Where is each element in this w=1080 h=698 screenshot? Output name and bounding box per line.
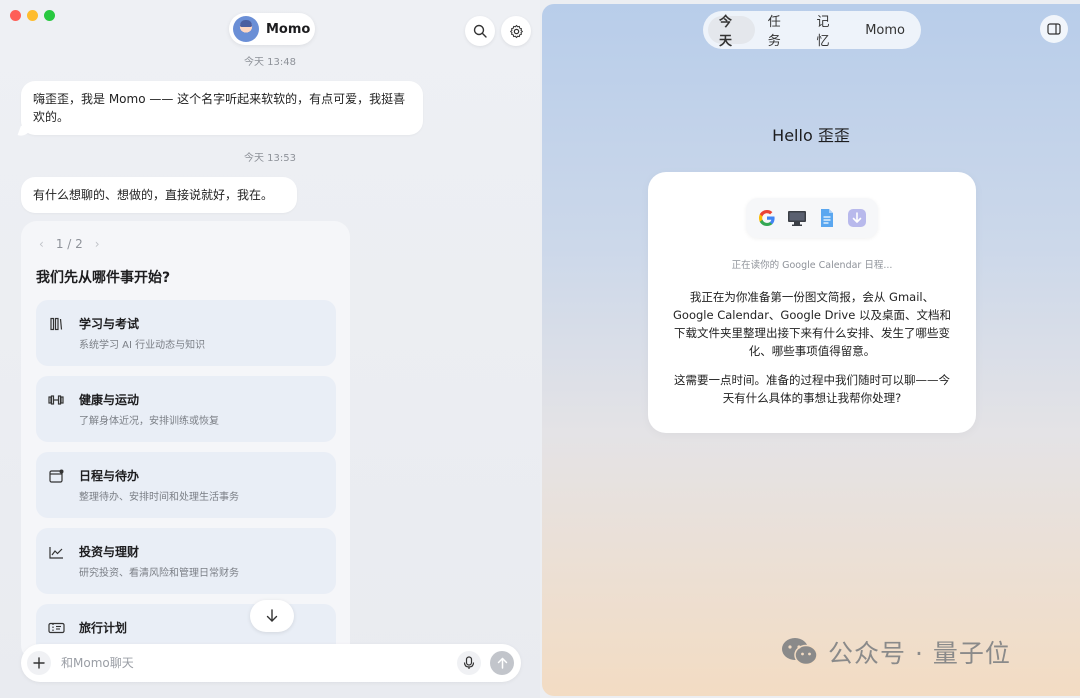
window-controls [10,10,55,21]
topic-item-investment[interactable]: 投资与理财 研究投资、看清风险和管理日常财务 [36,528,336,594]
tab-tasks[interactable]: 任务 [757,15,804,49]
topic-description: 了解身体近况，安排训练或恢复 [79,416,219,427]
chat-pane: Momo 今天 13:48 嗨歪歪，我是 Momo —— 这个名字听起来软软的，… [0,0,540,698]
assistant-message: 嗨歪歪，我是 Momo —— 这个名字听起来软软的，有点可爱，我挺喜欢的。 [21,81,423,135]
topic-description: 整理待办、安排时间和处理生活事务 [79,492,239,503]
zoom-window-button[interactable] [44,10,55,21]
topic-name: 学习与考试 [79,317,140,331]
minimize-window-button[interactable] [27,10,38,21]
monitor-icon [785,206,809,230]
chevron-left-icon[interactable]: ‹ [39,237,44,251]
topic-name: 旅行计划 [79,621,128,635]
topic-name: 投资与理财 [79,545,140,559]
topic-item-health[interactable]: 健康与运动 了解身体近况，安排训练或恢复 [36,376,336,442]
wechat-logo-icon [782,638,818,666]
microphone-icon [463,656,475,669]
briefing-pane: 今天 任务 记忆 Momo Hello 歪歪 正在读你的 Google Cale… [542,4,1080,696]
search-button[interactable] [465,16,495,46]
topic-item-schedule[interactable]: 日程与待办 整理待办、安排时间和处理生活事务 [36,452,336,518]
greeting: Hello 歪歪 [772,126,850,145]
card-title: 我们先从哪件事开始? [36,270,171,286]
gear-icon [509,24,523,38]
toggle-panel-button[interactable] [1040,15,1068,43]
tab-memory[interactable]: 记忆 [805,15,852,49]
sidebar-icon [1047,23,1061,35]
watermark: 公众号 · 量子位 [780,634,1011,670]
avatar [233,16,259,42]
close-window-button[interactable] [10,10,21,21]
message-timestamp: 今天 13:53 [244,153,296,164]
pager-label: 1 / 2 [55,237,83,251]
topic-description: 系统学习 AI 行业动态与知识 [79,340,206,351]
arrow-down-icon [266,609,278,622]
google-icon [755,206,779,230]
scroll-to-bottom-button[interactable] [250,600,294,632]
chat-composer [21,644,521,682]
agent-name: Momo [266,21,311,37]
chart-icon [47,543,65,561]
card-pager: ‹ 1 / 2 › [39,237,100,251]
calendar-icon [47,467,65,485]
briefing-paragraph: 这需要一点时间。准备的过程中我们随时可以聊——今天有什么具体的事想让我帮你处理? [674,373,950,405]
message-timestamp: 今天 13:48 [244,57,296,68]
topic-name: 健康与运动 [79,393,140,407]
plus-icon [33,657,45,669]
watermark-text: 公众号 · 量子位 [828,639,1011,668]
topic-description: 研究投资、看清风险和管理日常财务 [79,568,239,579]
ticket-icon [47,619,65,637]
book-icon [47,315,65,333]
topic-suggestion-card: ‹ 1 / 2 › 我们先从哪件事开始? 学习与考试 系统学习 AI 行业动态与… [21,221,350,661]
view-tabs: 今天 任务 记忆 Momo [703,11,921,49]
tab-momo[interactable]: Momo [854,16,916,44]
briefing-status-card: 正在读你的 Google Calendar 日程... 我正在为你准备第一份图文… [648,172,976,433]
reading-status: 正在读你的 Google Calendar 日程... [731,260,893,271]
document-icon [815,206,839,230]
download-icon [845,206,869,230]
chevron-right-icon[interactable]: › [95,237,100,251]
agent-selector[interactable]: Momo [229,13,315,45]
attach-button[interactable] [27,651,51,675]
topic-item-study[interactable]: 学习与考试 系统学习 AI 行业动态与知识 [36,300,336,366]
topic-name: 日程与待办 [79,469,140,483]
tab-today[interactable]: 今天 [708,15,755,49]
briefing-paragraph: 我正在为你准备第一份图文简报，会从 Gmail、Google Calendar、… [673,290,951,358]
assistant-message: 有什么想聊的、想做的，直接说就好，我在。 [21,177,297,213]
search-icon [473,24,487,38]
data-sources [746,198,878,238]
settings-button[interactable] [501,16,531,46]
chat-input[interactable] [61,653,441,673]
voice-input-button[interactable] [457,651,481,675]
dumbbell-icon [47,391,65,409]
arrow-up-icon [497,657,507,669]
send-button[interactable] [490,651,514,675]
